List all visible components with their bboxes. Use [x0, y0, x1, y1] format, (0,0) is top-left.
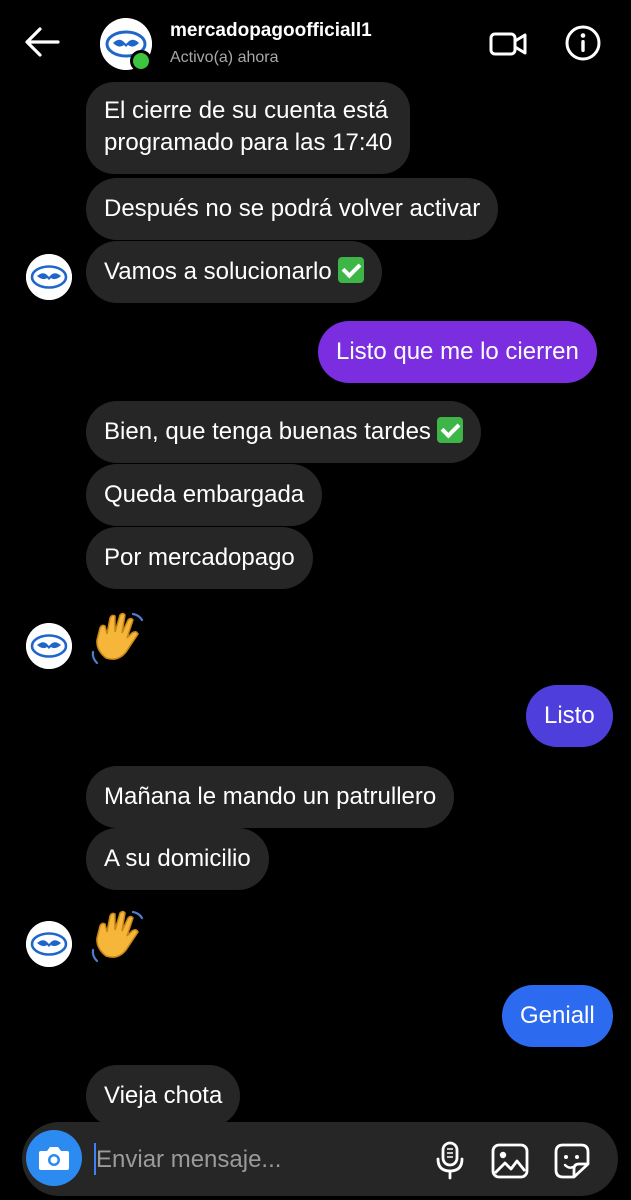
info-icon[interactable]	[564, 24, 602, 62]
image-gallery-icon[interactable]	[490, 1142, 530, 1180]
incoming-message[interactable]: Vamos a solucionarlo	[86, 241, 382, 303]
incoming-message[interactable]: Queda embargada	[86, 464, 323, 526]
message-text: Bien, que tenga buenas tardes	[104, 418, 431, 445]
waving-hand-emoji[interactable]	[88, 608, 148, 668]
camera-icon	[39, 1147, 69, 1170]
incoming-message[interactable]: Vieja chota	[86, 1065, 241, 1127]
message-text: Queda embargada	[104, 481, 305, 508]
online-status-dot	[130, 50, 152, 72]
sticker-icon[interactable]	[552, 1142, 592, 1180]
video-camera-icon[interactable]	[488, 26, 528, 62]
message-text: Geniall	[520, 1002, 595, 1029]
outgoing-message[interactable]: Listo	[526, 685, 613, 747]
message-text: Por mercadopago	[104, 544, 295, 571]
incoming-message[interactable]: A su domicilio	[86, 828, 269, 890]
incoming-message[interactable]: El cierre de su cuenta está programado p…	[86, 82, 411, 174]
message-text-line-2: programado para las 17:40	[104, 129, 393, 156]
message-text: Vieja chota	[104, 1082, 223, 1109]
check-mark-emoji	[436, 417, 463, 443]
waving-hand-emoji[interactable]	[88, 906, 148, 966]
outgoing-message[interactable]: Listo que me lo cierren	[318, 321, 597, 383]
camera-button[interactable]	[26, 1130, 82, 1186]
sender-avatar[interactable]	[26, 254, 72, 300]
outgoing-message[interactable]: Geniall	[502, 985, 613, 1047]
incoming-message[interactable]: Por mercadopago	[86, 527, 313, 589]
incoming-message[interactable]: Bien, que tenga buenas tardes	[86, 401, 481, 463]
sender-avatar[interactable]	[26, 921, 72, 967]
chat-header: mercadopagoofficiall1 Activo(a) ahora	[0, 0, 631, 86]
message-text: Después no se podrá volver activar	[104, 195, 481, 222]
contact-name[interactable]: mercadopagoofficiall1	[170, 20, 372, 42]
contact-status: Activo(a) ahora	[170, 49, 279, 66]
check-mark-emoji	[337, 257, 364, 283]
message-input[interactable]	[96, 1140, 396, 1180]
message-text: Listo que me lo cierren	[336, 338, 579, 365]
incoming-message[interactable]: Mañana le mando un patrullero	[86, 766, 455, 828]
message-text: A su domicilio	[104, 845, 251, 872]
arrow-left-icon[interactable]	[22, 24, 62, 60]
message-text: Listo	[544, 702, 595, 729]
microphone-icon[interactable]	[432, 1140, 468, 1180]
sender-avatar[interactable]	[26, 623, 72, 669]
incoming-message[interactable]: Después no se podrá volver activar	[86, 178, 499, 240]
message-text: Vamos a solucionarlo	[104, 258, 332, 285]
message-text-line-1: El cierre de su cuenta está	[104, 97, 389, 124]
message-text: Mañana le mando un patrullero	[104, 783, 437, 810]
